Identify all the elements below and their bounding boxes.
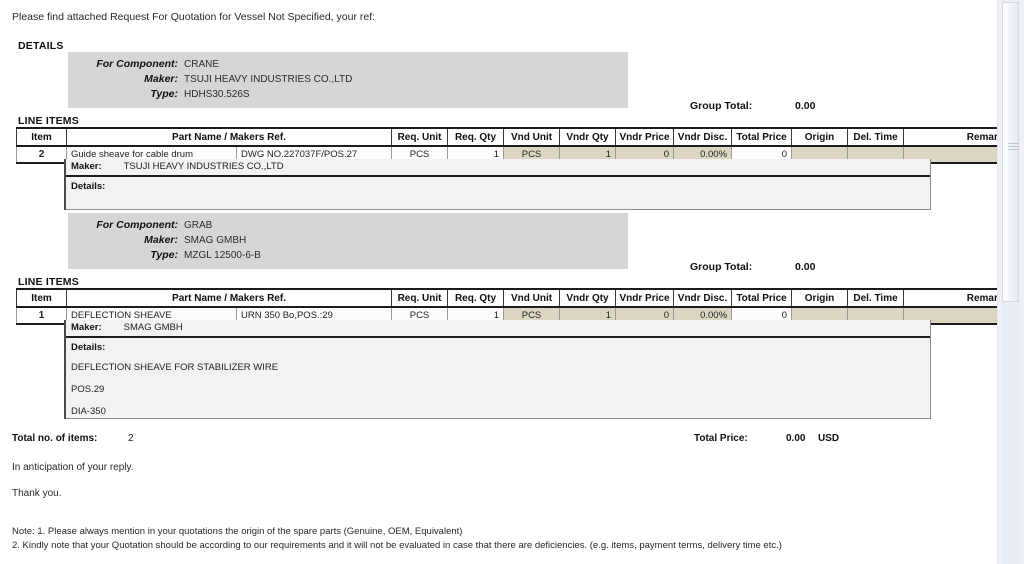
intro-text: Please find attached Request For Quotati… (12, 11, 376, 23)
col-del-time: Del. Time (847, 288, 905, 308)
line-item-subblock-0: Maker: TSUJI HEAVY INDUSTRIES CO.,LTD Det… (64, 159, 931, 210)
col-vndr-price: Vndr Price (615, 127, 675, 147)
col-total-price: Total Price (731, 288, 793, 308)
col-item: Item (16, 288, 67, 308)
col-req-unit: Req. Unit (391, 127, 449, 147)
component-row-for-component: For Component: CRANE (68, 57, 628, 72)
closing-line-1: In anticipation of your reply. (12, 462, 134, 473)
component-row-maker: Maker: SMAG GMBH (68, 233, 628, 248)
col-vnd-unit: Vnd Unit (503, 288, 561, 308)
document-scroll-area[interactable]: Please find attached Request For Quotati… (0, 0, 998, 564)
subblock-maker-label: Maker: (71, 322, 102, 333)
subblock-details-label: Details: (71, 181, 106, 192)
subblock-details-label: Details: (71, 342, 106, 353)
for-component-label: For Component: (96, 219, 178, 231)
col-total-price: Total Price (731, 127, 793, 147)
scrollbar-thumb[interactable] (1002, 2, 1019, 302)
type-value: HDHS30.526S (184, 89, 250, 100)
total-items-label: Total no. of items: (12, 433, 98, 444)
rfq-document-page: Please find attached Request For Quotati… (0, 0, 1024, 564)
type-label: Type: (150, 249, 178, 261)
col-origin: Origin (791, 288, 849, 308)
group-total-value: 0.00 (795, 261, 816, 273)
maker-label: Maker: (144, 234, 178, 246)
col-remarks: Remarks (903, 127, 998, 147)
total-items-value: 2 (128, 433, 134, 444)
detail-line: DIA-350 (71, 406, 106, 417)
line-items-heading-0: LINE ITEMS (18, 115, 79, 127)
type-value: MZGL 12500-6-B (184, 250, 261, 261)
for-component-value: GRAB (184, 220, 213, 231)
component-row-type: Type: MZGL 12500-6-B (68, 248, 628, 263)
subblock-maker-value: TSUJI HEAVY INDUSTRIES CO.,LTD (123, 161, 284, 172)
component-row-maker: Maker: TSUJI HEAVY INDUSTRIES CO.,LTD (68, 72, 628, 87)
group-total-value: 0.00 (795, 100, 816, 112)
maker-value: SMAG GMBH (184, 235, 247, 246)
for-component-value: CRANE (184, 59, 220, 70)
table-header-row: Item Part Name / Makers Ref. Req. Unit R… (16, 288, 998, 308)
maker-label: Maker: (144, 73, 178, 85)
col-vndr-disc: Vndr Disc. (673, 288, 733, 308)
col-origin: Origin (791, 127, 849, 147)
note-line-2: 2. Kindly note that your Quotation shoul… (12, 540, 782, 551)
subblock-maker-row-1: Maker: SMAG GMBH (66, 320, 930, 338)
line-items-heading-1: LINE ITEMS (18, 276, 79, 288)
cell-item: 2 (16, 145, 67, 164)
subblock-maker-value: SMAG GMBH (123, 322, 183, 333)
note-line-1: Note: 1. Please always mention in your q… (12, 526, 463, 537)
col-req-qty: Req. Qty (447, 127, 505, 147)
detail-line: POS.29 (71, 384, 105, 395)
col-remarks: Remarks (903, 288, 998, 308)
col-req-unit: Req. Unit (391, 288, 449, 308)
component-row-type: Type: HDHS30.526S (68, 87, 628, 102)
line-item-subblock-1: Maker: SMAG GMBH Details: DEFLECTION SHEA… (64, 320, 931, 419)
col-item: Item (16, 127, 67, 147)
detail-line: DEFLECTION SHEAVE FOR STABILIZER WIRE (71, 362, 279, 373)
subblock-maker-label: Maker: (71, 161, 102, 172)
subblock-details-1: Details: DEFLECTION SHEAVE FOR STABILIZE… (66, 338, 930, 419)
component-block-1: For Component: GRAB Maker: SMAG GMBH Typ… (68, 213, 628, 269)
maker-value: TSUJI HEAVY INDUSTRIES CO.,LTD (184, 74, 353, 85)
col-part-name: Part Name / Makers Ref. (65, 127, 393, 147)
totals-row: Total no. of items: 2 Total Price: 0.00 … (0, 433, 900, 447)
type-label: Type: (150, 88, 178, 100)
vertical-scrollbar[interactable] (997, 0, 1024, 564)
col-vndr-qty: Vndr Qty (559, 288, 617, 308)
subblock-details-0: Details: (66, 177, 930, 210)
table-header-row: Item Part Name / Makers Ref. Req. Unit R… (16, 127, 998, 147)
col-vndr-price: Vndr Price (615, 288, 675, 308)
component-block-0: For Component: CRANE Maker: TSUJI HEAVY … (68, 52, 628, 108)
col-vndr-qty: Vndr Qty (559, 127, 617, 147)
total-price-value: 0.00 (786, 433, 806, 444)
col-vnd-unit: Vnd Unit (503, 127, 561, 147)
total-price-label: Total Price: (694, 433, 748, 444)
scrollbar-grip-icon (1008, 143, 1019, 152)
component-row-for-component: For Component: GRAB (68, 218, 628, 233)
for-component-label: For Component: (96, 58, 178, 70)
details-heading: DETAILS (18, 40, 64, 52)
total-price-currency: USD (818, 433, 840, 444)
group-total-label: Group Total: (690, 100, 753, 112)
cell-item: 1 (16, 306, 67, 325)
col-del-time: Del. Time (847, 127, 905, 147)
group-total-label: Group Total: (690, 261, 753, 273)
col-vndr-disc: Vndr Disc. (673, 127, 733, 147)
col-req-qty: Req. Qty (447, 288, 505, 308)
closing-line-2: Thank you. (12, 488, 62, 499)
col-part-name: Part Name / Makers Ref. (65, 288, 393, 308)
subblock-maker-row-0: Maker: TSUJI HEAVY INDUSTRIES CO.,LTD (66, 159, 930, 177)
